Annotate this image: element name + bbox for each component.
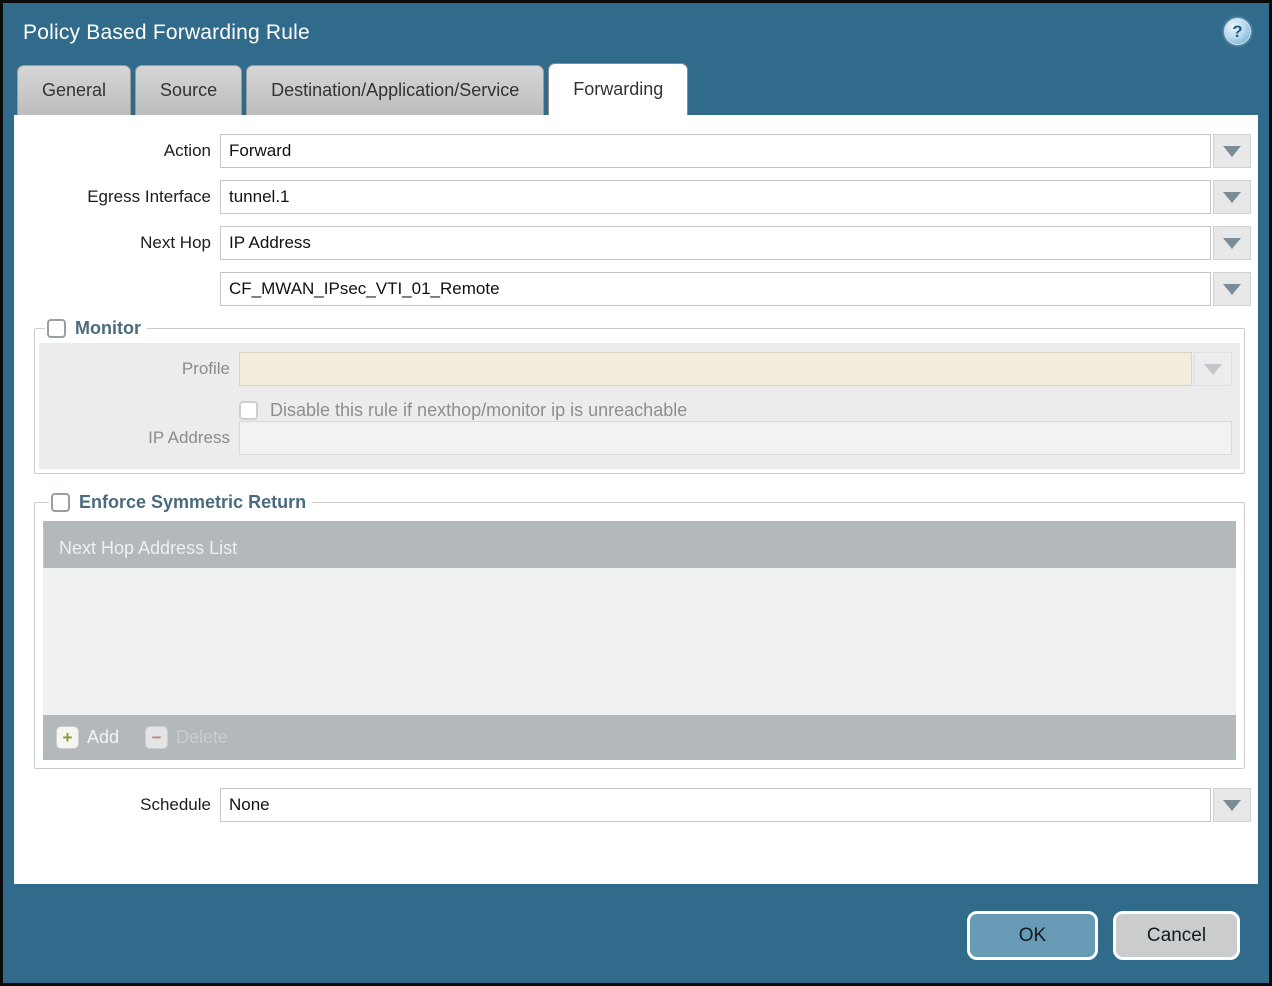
enforce-symmetric-return-fieldset: Enforce Symmetric Return Next Hop Addres… [34, 492, 1245, 769]
plus-icon: + [56, 726, 79, 749]
monitor-panel: Profile Disable this rule if nexthop/mon… [39, 343, 1240, 469]
next-hop-dropdown-button[interactable] [1213, 226, 1251, 260]
schedule-input[interactable] [220, 788, 1211, 822]
schedule-field [220, 788, 1251, 822]
policy-based-forwarding-dialog: Policy Based Forwarding Rule ? General S… [0, 0, 1272, 986]
profile-label: Profile [39, 359, 239, 379]
disable-rule-checkbox [239, 401, 258, 420]
egress-interface-input[interactable] [220, 180, 1211, 214]
chevron-down-icon [1223, 192, 1241, 203]
monitor-fieldset: Monitor Profile Disable this rule if nex… [34, 318, 1245, 474]
profile-dropdown-button [1194, 352, 1232, 386]
enforce-symmetric-return-legend-label: Enforce Symmetric Return [79, 492, 306, 513]
next-hop-address-table: Next Hop Address List + Add − Delete [43, 521, 1236, 760]
chevron-down-icon [1223, 146, 1241, 157]
chevron-down-icon [1223, 238, 1241, 249]
dialog-title: Policy Based Forwarding Rule [23, 21, 310, 45]
next-hop-address-row [14, 272, 1251, 306]
dialog-titlebar: Policy Based Forwarding Rule ? [3, 3, 1269, 63]
action-input[interactable] [220, 134, 1211, 168]
next-hop-address-table-body[interactable] [43, 568, 1236, 715]
egress-interface-row: Egress Interface [14, 180, 1251, 214]
monitor-ip-address-field [239, 421, 1232, 455]
tab-destination-application-service[interactable]: Destination/Application/Service [246, 65, 544, 115]
profile-field [239, 352, 1232, 386]
add-button[interactable]: + Add [56, 726, 119, 749]
monitor-ip-address-input [239, 421, 1232, 455]
tab-general[interactable]: General [17, 65, 131, 115]
delete-button: − Delete [145, 726, 228, 749]
action-dropdown-button[interactable] [1213, 134, 1251, 168]
monitor-legend-label: Monitor [75, 318, 141, 339]
action-label: Action [14, 141, 220, 161]
egress-interface-dropdown-button[interactable] [1213, 180, 1251, 214]
ok-button[interactable]: OK [967, 911, 1098, 960]
chevron-down-icon [1204, 364, 1222, 375]
next-hop-address-dropdown-button[interactable] [1213, 272, 1251, 306]
egress-interface-field [220, 180, 1251, 214]
minus-icon: − [145, 726, 168, 749]
disable-rule-label: Disable this rule if nexthop/monitor ip … [270, 400, 687, 421]
monitor-ip-address-row: IP Address [39, 421, 1232, 455]
profile-input [239, 352, 1192, 386]
next-hop-type-input[interactable] [220, 226, 1211, 260]
monitor-checkbox[interactable] [47, 319, 66, 338]
enforce-symmetric-return-checkbox[interactable] [51, 493, 70, 512]
schedule-row: Schedule [14, 788, 1251, 822]
dialog-footer: OK Cancel [3, 887, 1269, 983]
forwarding-tab-panel: Action Egress Interface Next Hop [14, 115, 1258, 884]
chevron-down-icon [1223, 800, 1241, 811]
next-hop-address-list-column-header[interactable]: Next Hop Address List [43, 528, 1236, 568]
profile-row: Profile [39, 352, 1232, 386]
next-hop-row: Next Hop [14, 226, 1251, 260]
tab-bar: General Source Destination/Application/S… [3, 63, 1269, 115]
schedule-dropdown-button[interactable] [1213, 788, 1251, 822]
next-hop-label: Next Hop [14, 233, 220, 253]
monitor-legend: Monitor [45, 318, 147, 339]
egress-interface-label: Egress Interface [14, 187, 220, 207]
chevron-down-icon [1223, 284, 1241, 295]
add-button-label: Add [87, 727, 119, 748]
monitor-ip-address-label: IP Address [39, 428, 239, 448]
schedule-label: Schedule [14, 795, 220, 815]
tab-source[interactable]: Source [135, 65, 242, 115]
action-row: Action [14, 134, 1251, 168]
next-hop-field [220, 226, 1251, 260]
delete-button-label: Delete [176, 727, 228, 748]
cancel-button[interactable]: Cancel [1113, 911, 1240, 960]
next-hop-address-table-toolbar: + Add − Delete [43, 715, 1236, 760]
help-icon[interactable]: ? [1224, 18, 1251, 45]
disable-rule-row: Disable this rule if nexthop/monitor ip … [239, 400, 1232, 421]
next-hop-address-field [220, 272, 1251, 306]
next-hop-address-input[interactable] [220, 272, 1211, 306]
enforce-symmetric-return-legend: Enforce Symmetric Return [49, 492, 312, 513]
action-field [220, 134, 1251, 168]
tab-forwarding[interactable]: Forwarding [548, 63, 688, 115]
